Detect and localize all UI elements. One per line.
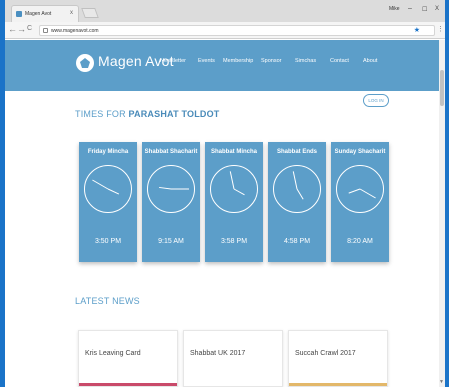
news-image-strip: [289, 383, 387, 386]
times-heading-parasha: PARASHAT TOLDOT: [128, 109, 220, 119]
time-card-label: Sunday Shacharit: [334, 149, 386, 155]
browser-menu-icon[interactable]: ⋮: [437, 25, 444, 33]
shield-logo-icon[interactable]: [76, 54, 94, 72]
tab-bar: Magen Avot x Mike – ☐ X: [5, 0, 445, 22]
news-headline[interactable]: Kris Leaving Card: [85, 350, 141, 357]
nav-link-newsletter[interactable]: Newsletter: [160, 58, 186, 64]
time-card: Shabbat Mincha 3:58 PM: [205, 142, 263, 262]
latest-news-heading: LATEST NEWS: [75, 296, 140, 306]
time-card: Friday Mincha 3:50 PM: [79, 142, 137, 262]
url-text: www.magenavot.com: [51, 28, 99, 34]
news-card[interactable]: Succah Crawl 2017: [288, 330, 388, 387]
reload-icon[interactable]: C: [27, 25, 32, 32]
browser-window: Magen Avot x Mike – ☐ X ← → C www.magena…: [5, 0, 445, 387]
profile-name[interactable]: Mike: [389, 6, 400, 12]
time-card-time: 9:15 AM: [158, 238, 184, 245]
time-card: Shabbat Shacharit 9:15 AM: [142, 142, 200, 262]
browser-tab[interactable]: Magen Avot x: [11, 5, 79, 22]
clock-hands: [292, 171, 304, 200]
page-scrollbar[interactable]: ▼: [439, 40, 445, 387]
back-icon[interactable]: ←: [8, 24, 17, 34]
news-headline[interactable]: Succah Crawl 2017: [295, 350, 356, 357]
time-card: Shabbat Ends 4:58 PM: [268, 142, 326, 262]
time-card-time: 3:58 PM: [220, 238, 248, 245]
time-card-label: Shabbat Shacharit: [144, 149, 198, 155]
favicon-icon: [16, 11, 22, 17]
nav-link-events[interactable]: Events: [198, 58, 215, 64]
news-headline[interactable]: Shabbat UK 2017: [190, 350, 245, 357]
login-button[interactable]: LOG IN: [363, 94, 389, 107]
clock-hands: [92, 179, 120, 195]
news-card[interactable]: Kris Leaving Card: [78, 330, 178, 387]
time-card-label: Shabbat Mincha: [210, 149, 257, 155]
address-bar[interactable]: www.magenavot.com ★: [39, 25, 435, 36]
minimize-icon[interactable]: –: [408, 5, 412, 12]
time-card-time: 4:58 PM: [283, 238, 311, 245]
news-card[interactable]: Shabbat UK 2017: [183, 330, 283, 387]
times-heading: TIMES FOR PARASHAT TOLDOT: [75, 109, 220, 119]
bookmark-star-icon[interactable]: ★: [414, 26, 420, 34]
time-card: Sunday Shacharit 8:20 AM: [331, 142, 389, 262]
times-heading-prefix: TIMES FOR: [75, 109, 129, 119]
browser-toolbar: ← → C www.magenavot.com ★ ⋮: [5, 22, 445, 39]
time-card-label: Friday Mincha: [87, 149, 129, 155]
time-card-time: 8:20 AM: [347, 238, 373, 245]
clock-hands: [348, 188, 376, 199]
maximize-icon[interactable]: ☐: [422, 6, 427, 13]
nav-link-about[interactable]: About: [363, 58, 377, 64]
news-image-strip: [79, 383, 177, 386]
new-tab-button[interactable]: [81, 8, 99, 18]
news-image-strip: [184, 383, 282, 386]
nav-link-simchas[interactable]: Simchas: [295, 58, 316, 64]
tab-title: Magen Avot: [25, 11, 52, 17]
clock-hands: [229, 171, 245, 196]
time-card-label: Shabbat Ends: [276, 149, 317, 155]
page-viewport: Magen Avot Newsletter Events Membership …: [5, 40, 445, 387]
scroll-down-arrow-icon[interactable]: ▼: [439, 379, 444, 385]
tab-close-icon[interactable]: x: [70, 10, 73, 16]
nav-link-membership[interactable]: Membership: [223, 58, 253, 64]
scrollbar-thumb[interactable]: [440, 70, 444, 106]
nav-link-sponsor[interactable]: Sponsor: [261, 58, 282, 64]
site-header: Magen Avot Newsletter Events Membership …: [5, 40, 439, 91]
nav-link-contact[interactable]: Contact: [330, 58, 349, 64]
time-card-time: 3:50 PM: [94, 238, 122, 245]
forward-icon[interactable]: →: [17, 24, 26, 34]
clock-hands: [159, 186, 189, 190]
close-window-icon[interactable]: X: [435, 6, 439, 12]
page-info-icon[interactable]: [43, 28, 48, 33]
